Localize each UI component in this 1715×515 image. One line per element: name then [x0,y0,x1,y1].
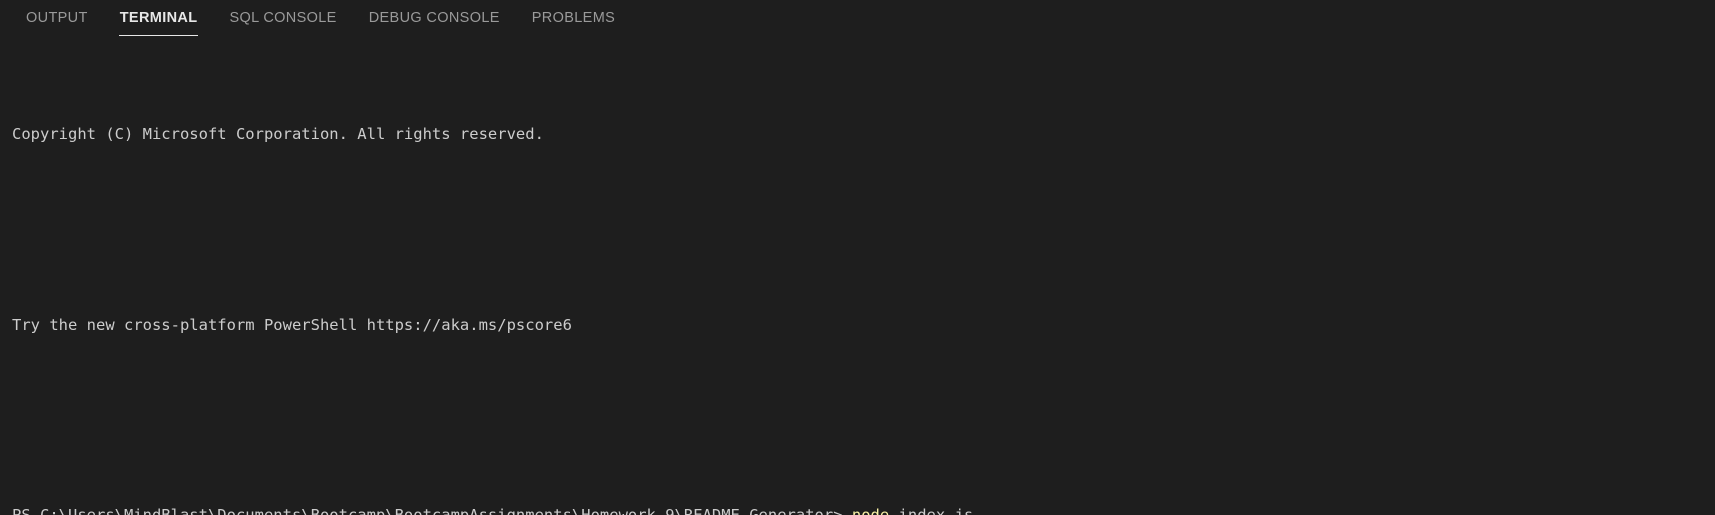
tab-output[interactable]: OUTPUT [12,9,102,36]
terminal-line-command: PS C:\Users\MindBlast\Documents\Bootcamp… [12,504,1715,515]
command-name: node [852,506,889,515]
tab-terminal[interactable]: TERMINAL [106,9,212,36]
prompt-path: PS C:\Users\MindBlast\Documents\Bootcamp… [12,506,843,515]
panel-tab-bar: OUTPUT TERMINAL SQL CONSOLE DEBUG CONSOL… [0,0,1715,42]
terminal-line-blank-1 [12,219,1715,243]
terminal-line-blank-2 [12,409,1715,433]
tab-sql-console[interactable]: SQL CONSOLE [215,9,350,36]
tab-debug-console[interactable]: DEBUG CONSOLE [355,9,514,36]
tab-output-label: OUTPUT [26,10,88,26]
terminal-line-banner-copyright: Copyright (C) Microsoft Corporation. All… [12,123,1715,147]
tab-problems-label: PROBLEMS [531,10,616,26]
command-space [889,506,898,515]
banner-pscore-text: Try the new cross-platform PowerShell ht… [12,315,572,334]
banner-copyright-text: Copyright (C) Microsoft Corporation. All… [12,125,544,144]
terminal-line-banner-pscore: Try the new cross-platform PowerShell ht… [12,314,1715,338]
terminal-panel: OUTPUT TERMINAL SQL CONSOLE DEBUG CONSOL… [0,0,1715,515]
tab-terminal-label: TERMINAL [119,10,198,26]
command-args: index.js [899,506,974,515]
tab-debug-console-label: DEBUG CONSOLE [368,10,500,26]
tab-problems[interactable]: PROBLEMS [518,9,629,36]
terminal-output[interactable]: Copyright (C) Microsoft Corporation. All… [0,42,1715,515]
tab-active-underline [118,34,199,36]
tab-sql-console-label: SQL CONSOLE [229,10,337,26]
